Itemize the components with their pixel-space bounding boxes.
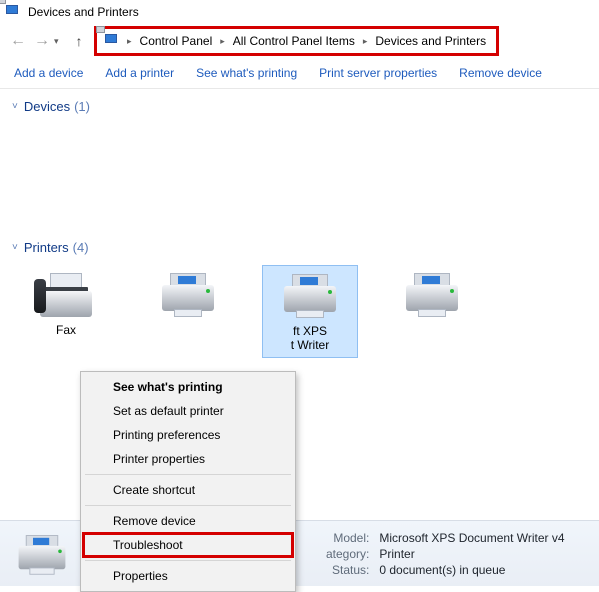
menu-set-default-printer[interactable]: Set as default printer (83, 399, 293, 423)
chevron-right-icon[interactable]: ▸ (218, 36, 227, 47)
menu-create-shortcut[interactable]: Create shortcut (83, 478, 293, 502)
details-status-label: Status: (326, 563, 369, 577)
see-printing-button[interactable]: See what's printing (196, 66, 297, 80)
devices-group-label: Devices (24, 99, 70, 114)
menu-printer-properties[interactable]: Printer properties (83, 447, 293, 471)
menu-remove-device[interactable]: Remove device (83, 509, 293, 533)
chevron-right-icon[interactable]: ▸ (125, 36, 134, 47)
printer-icon (278, 270, 342, 320)
menu-see-whats-printing[interactable]: See what's printing (83, 375, 293, 399)
menu-separator (85, 560, 291, 561)
device-fax[interactable]: Fax (18, 265, 114, 358)
menu-separator (85, 474, 291, 475)
details-model-value: Microsoft XPS Document Writer v4 (379, 531, 564, 545)
menu-printing-preferences[interactable]: Printing preferences (83, 423, 293, 447)
chevron-down-icon: ˅ (12, 242, 18, 253)
printer-icon (400, 269, 464, 319)
details-grid: Model: Microsoft XPS Document Writer v4 … (326, 531, 565, 577)
device-printer[interactable] (140, 265, 236, 358)
printer-icon (13, 531, 71, 576)
nav-forward-button[interactable]: → (32, 32, 52, 50)
device-label: Fax (56, 323, 76, 337)
command-bar: Add a device Add a printer See what's pr… (0, 58, 599, 89)
device-label: ft XPSt Writer (291, 324, 329, 353)
devices-group-count: (1) (74, 99, 90, 114)
breadcrumb-item[interactable]: Control Panel (134, 34, 219, 48)
nav-bar: ← → ▾ ↑ ▸ Control Panel ▸ All Control Pa… (0, 24, 599, 58)
breadcrumb: ▸ Control Panel ▸ All Control Panel Item… (94, 26, 499, 56)
chevron-down-icon: ˅ (12, 101, 18, 112)
printers-group-header[interactable]: ˅ Printers (4) (0, 230, 599, 261)
nav-back-button[interactable]: ← (8, 32, 28, 50)
add-printer-button[interactable]: Add a printer (105, 66, 174, 80)
devices-items (0, 120, 599, 230)
devices-group-header[interactable]: ˅ Devices (1) (0, 89, 599, 120)
details-status-value: 0 document(s) in queue (379, 563, 564, 577)
fax-icon (34, 269, 98, 319)
printers-group-label: Printers (24, 240, 69, 255)
details-category-value: Printer (379, 547, 564, 561)
nav-up-button[interactable]: ↑ (70, 33, 88, 49)
chevron-right-icon[interactable]: ▸ (361, 36, 370, 47)
add-device-button[interactable]: Add a device (14, 66, 83, 80)
devices-printers-icon (6, 4, 22, 20)
details-category-label: ategory: (326, 547, 369, 561)
device-printer[interactable] (384, 265, 480, 358)
menu-properties[interactable]: Properties (83, 564, 293, 588)
breadcrumb-item[interactable]: All Control Panel Items (227, 34, 361, 48)
context-menu: See what's printing Set as default print… (80, 371, 296, 592)
nav-history-dropdown[interactable]: ▾ (54, 36, 66, 47)
shield-icon (89, 513, 105, 529)
window-title: Devices and Printers (28, 5, 139, 19)
menu-troubleshoot[interactable]: Troubleshoot (83, 533, 293, 557)
printers-group-count: (4) (73, 240, 89, 255)
print-server-properties-button[interactable]: Print server properties (319, 66, 437, 80)
details-model-label: Model: (326, 531, 369, 545)
breadcrumb-item[interactable]: Devices and Printers (369, 34, 492, 48)
title-bar: Devices and Printers (0, 0, 599, 24)
printers-items: Fax ft XPSt Writer (0, 261, 599, 362)
remove-device-button[interactable]: Remove device (459, 66, 542, 80)
menu-separator (85, 505, 291, 506)
device-xps-writer[interactable]: ft XPSt Writer (262, 265, 358, 358)
breadcrumb-root-icon[interactable] (105, 33, 121, 49)
printer-icon (156, 269, 220, 319)
